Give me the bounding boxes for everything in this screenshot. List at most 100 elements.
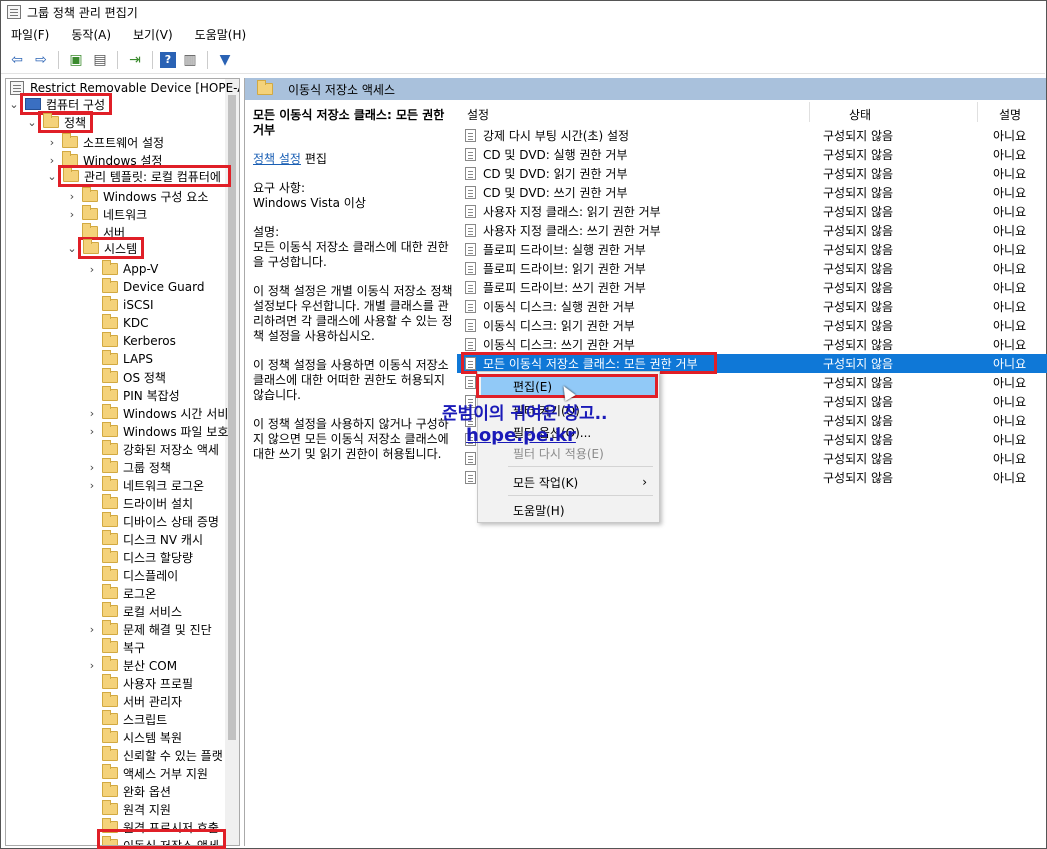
tree-item-system-child[interactable]: › Windows 파일 보호 xyxy=(86,422,228,440)
tree-item-system-child[interactable]: › 네트워크 로그온 xyxy=(86,476,204,494)
show-hide-tree-icon[interactable]: ▤ xyxy=(90,50,110,70)
chevron-down-icon[interactable]: ⌄ xyxy=(26,116,38,129)
menu-item-all-tasks[interactable]: 모든 작업(K) › xyxy=(481,472,657,492)
up-folder-icon[interactable]: ▣ xyxy=(66,50,86,70)
tree-item-system-child[interactable]: 드라이버 설치 xyxy=(86,494,193,512)
tree-item-system-child[interactable]: 서버 관리자 xyxy=(86,692,182,710)
chevron-right-icon[interactable]: › xyxy=(86,425,98,438)
tree-label: Windows 구성 요소 xyxy=(103,189,209,204)
tree-item-software[interactable]: › 소프트웨어 설정 xyxy=(46,133,164,151)
column-divider[interactable] xyxy=(977,102,978,122)
tree-item-system-child[interactable]: 완화 옵션 xyxy=(86,782,171,800)
table-row[interactable]: 이동식 디스크: 실행 권한 거부 구성되지 않음 아니요 xyxy=(457,297,1047,316)
chevron-right-icon[interactable]: › xyxy=(86,407,98,420)
chevron-right-icon[interactable]: › xyxy=(46,136,58,149)
table-row[interactable]: 사용자 지정 클래스: 쓰기 권한 거부 구성되지 않음 아니요 xyxy=(457,221,1047,240)
tree-item-admin-templates[interactable]: ⌄ 관리 템플릿: 로컬 컴퓨터에 xyxy=(46,165,231,187)
tree-item-system-child[interactable]: › 분산 COM xyxy=(86,656,177,674)
tree-label: OS 정책 xyxy=(123,370,166,385)
folder-icon xyxy=(102,656,118,671)
table-row[interactable]: 이동식 디스크: 읽기 권한 거부 구성되지 않음 아니요 xyxy=(457,316,1047,335)
edit-policy-link[interactable]: 정책 설정 xyxy=(253,152,301,166)
column-divider[interactable] xyxy=(809,102,810,122)
menu-action[interactable]: 동작(A) xyxy=(71,26,111,43)
tree-item-system-child[interactable]: › App-V xyxy=(86,260,158,278)
properties-icon[interactable]: ▥ xyxy=(180,50,200,70)
column-header-setting[interactable]: 설정 xyxy=(467,106,489,123)
tree-item-system-child[interactable]: › 그룹 정책 xyxy=(86,458,171,476)
tree-item-windows-components[interactable]: › Windows 구성 요소 xyxy=(66,187,208,205)
tree-item-system-child[interactable]: PIN 복잡성 xyxy=(86,386,180,404)
tree-item-system-child[interactable]: OS 정책 xyxy=(86,368,166,386)
tree-item-system-child[interactable]: 원격 지원 xyxy=(86,800,171,818)
chevron-right-icon[interactable]: › xyxy=(86,659,98,672)
tree-item-system-child[interactable]: 로컬 서비스 xyxy=(86,602,182,620)
tree-item-system-child[interactable]: 신뢰할 수 있는 플랫 xyxy=(86,746,223,764)
menu-item-reapply-filter[interactable]: 필터 다시 적용(E) xyxy=(481,443,657,463)
chevron-right-icon[interactable]: › xyxy=(86,263,98,276)
table-row[interactable]: 플로피 드라이브: 읽기 권한 거부 구성되지 않음 아니요 xyxy=(457,259,1047,278)
tree-item-system-child[interactable]: 복구 xyxy=(86,638,145,656)
tree-scrollbar[interactable] xyxy=(225,79,239,845)
tree-item-system-child[interactable]: 액세스 거부 지원 xyxy=(86,764,208,782)
menu-file[interactable]: 파일(F) xyxy=(11,26,49,43)
filter-icon[interactable]: ▼ xyxy=(215,50,235,70)
tree-item-system-child[interactable]: 디스플레이 xyxy=(86,566,178,584)
table-row[interactable]: 강제 다시 부팅 시간(초) 설정 구성되지 않음 아니요 xyxy=(457,126,1047,145)
chevron-right-icon[interactable]: › xyxy=(66,190,78,203)
tree-item-system[interactable]: ⌄ 시스템 xyxy=(66,237,145,259)
tree-item-system-child[interactable]: Kerberos xyxy=(86,332,176,350)
table-row[interactable]: CD 및 DVD: 실행 권한 거부 구성되지 않음 아니요 xyxy=(457,145,1047,164)
tree-item-system-child[interactable]: 디스크 NV 캐시 xyxy=(86,530,203,548)
tree-label: 시스템 xyxy=(104,241,138,256)
tree-item-system-child[interactable]: KDC xyxy=(86,314,149,332)
tree-item-system-child[interactable]: 디바이스 상태 증명 xyxy=(86,512,219,530)
tree-scrollbar-thumb[interactable] xyxy=(228,95,236,740)
export-list-icon[interactable]: ⇥ xyxy=(125,50,145,70)
tree-item-policy[interactable]: ⌄ 정책 xyxy=(26,111,94,133)
menu-item-help[interactable]: 도움말(H) xyxy=(481,500,657,520)
watermark-line2: hope.pe.kr xyxy=(466,425,576,446)
chevron-down-icon[interactable]: ⌄ xyxy=(66,242,78,255)
tree-item-system-child[interactable]: 강화된 저장소 액세 xyxy=(86,440,219,458)
tree-item-system-child[interactable]: 스크립트 xyxy=(86,710,167,728)
setting-comment: 아니요 xyxy=(993,414,1027,428)
tree-item-system-child[interactable]: 디스크 할당량 xyxy=(86,548,193,566)
chevron-right-icon[interactable]: › xyxy=(86,461,98,474)
table-row[interactable]: 플로피 드라이브: 쓰기 권한 거부 구성되지 않음 아니요 xyxy=(457,278,1047,297)
table-row[interactable]: CD 및 DVD: 읽기 권한 거부 구성되지 않음 아니요 xyxy=(457,164,1047,183)
table-row[interactable]: 플로피 드라이브: 실행 권한 거부 구성되지 않음 아니요 xyxy=(457,240,1047,259)
back-arrow-icon[interactable]: ⇦ xyxy=(7,50,27,70)
chevron-right-icon[interactable]: › xyxy=(86,623,98,636)
folder-icon xyxy=(102,332,118,347)
menu-view[interactable]: 보기(V) xyxy=(133,26,173,43)
setting-comment: 아니요 xyxy=(993,224,1027,238)
chevron-right-icon[interactable]: › xyxy=(46,154,58,167)
tree-item-system-child[interactable]: 로그온 xyxy=(86,584,156,602)
tree-item-network[interactable]: › 네트워크 xyxy=(66,205,147,223)
console-tree[interactable]: Restrict Removable Device [HOPE-AI ⌄ 컴퓨터… xyxy=(5,78,240,846)
setting-comment: 아니요 xyxy=(993,205,1027,219)
tree-item-system-child[interactable]: 사용자 프로필 xyxy=(86,674,193,692)
tree-label: 복구 xyxy=(123,640,146,655)
forward-arrow-icon[interactable]: ⇨ xyxy=(31,50,51,70)
chevron-down-icon[interactable]: ⌄ xyxy=(8,98,20,111)
setting-state: 구성되지 않음 xyxy=(823,186,894,200)
chevron-right-icon[interactable]: › xyxy=(66,208,78,221)
tree-item-system-child[interactable]: › Windows 시간 서비 xyxy=(86,404,228,422)
tree-item-system-child[interactable]: › 문제 해결 및 진단 xyxy=(86,620,212,638)
tree-label: PIN 복잡성 xyxy=(123,388,180,403)
chevron-right-icon[interactable]: › xyxy=(86,479,98,492)
tree-item-system-child[interactable]: Device Guard xyxy=(86,278,204,296)
column-header-comment[interactable]: 설명 xyxy=(999,106,1021,123)
tree-item-system-child[interactable]: iSCSI xyxy=(86,296,154,314)
table-row[interactable]: 사용자 지정 클래스: 읽기 권한 거부 구성되지 않음 아니요 xyxy=(457,202,1047,221)
tree-item-system-child[interactable]: LAPS xyxy=(86,350,153,368)
menu-help[interactable]: 도움말(H) xyxy=(195,26,247,43)
pane-header-title: 이동식 저장소 액세스 xyxy=(288,82,395,97)
column-header-state[interactable]: 상태 xyxy=(849,106,871,123)
help-icon[interactable]: ? xyxy=(160,51,176,68)
chevron-down-icon[interactable]: ⌄ xyxy=(46,170,58,183)
table-row[interactable]: CD 및 DVD: 쓰기 권한 거부 구성되지 않음 아니요 xyxy=(457,183,1047,202)
tree-item-system-child[interactable]: 시스템 복원 xyxy=(86,728,182,746)
